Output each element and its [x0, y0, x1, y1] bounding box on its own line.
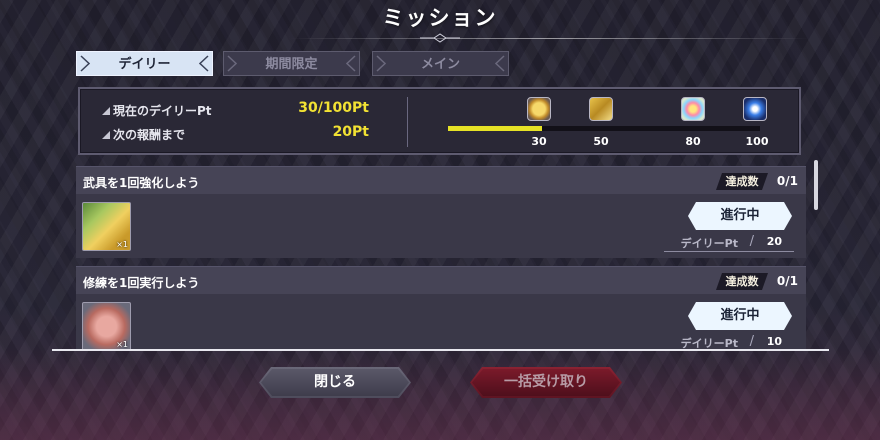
- tab-corner-icon: [376, 55, 386, 72]
- status-in-progress-button[interactable]: 進行中: [688, 202, 792, 230]
- next-reward-label: 次の報酬まで: [113, 128, 186, 142]
- achievement-count: 0/1: [776, 274, 798, 288]
- tab-corner-icon: [495, 55, 505, 72]
- tab-daily-label: デイリー: [118, 57, 171, 72]
- mission-title: 修練を1回実行しよう: [83, 276, 200, 290]
- rainbow-orb-icon[interactable]: [681, 97, 705, 121]
- bronze-medal-icon[interactable]: ×1: [82, 302, 131, 350]
- close-button-label: 閉じる: [314, 374, 356, 390]
- current-points-label: 現在のデイリーPt: [113, 104, 212, 118]
- reward-quantity: ×1: [116, 340, 128, 349]
- tab-limited-label: 期間限定: [265, 57, 318, 72]
- close-button[interactable]: 閉じる: [259, 367, 411, 398]
- daily-pt-value: 10: [766, 335, 782, 348]
- mission-list[interactable]: 武具を1回強化しよう 達成数 0/1 ×1 進行中 デイリーPt / 20 修練…: [76, 166, 806, 350]
- daily-progress-fill: [448, 126, 542, 131]
- gold-ticket-icon[interactable]: ×1: [82, 202, 131, 251]
- bullet-icon: [102, 107, 110, 115]
- page-title: ミッション: [382, 6, 498, 30]
- status-in-progress-button[interactable]: 進行中: [688, 302, 792, 330]
- mission-header: 武具を1回強化しよう 達成数 0/1: [76, 166, 806, 194]
- next-reward-row: 次の報酬まで: [102, 126, 185, 143]
- milestone-100-label: 100: [745, 135, 769, 148]
- achievement-badge: 達成数: [716, 273, 768, 290]
- tab-limited[interactable]: 期間限定: [223, 51, 360, 76]
- slash-separator: /: [749, 234, 754, 249]
- blue-crystal-icon[interactable]: [743, 97, 767, 121]
- milestone-30-label: 30: [531, 135, 547, 148]
- tab-main-label: メイン: [420, 57, 460, 72]
- achievement-badge: 達成数: [716, 173, 768, 190]
- mission-header: 修練を1回実行しよう 達成数 0/1: [76, 266, 806, 294]
- mission-body: ×1 進行中 デイリーPt / 10: [76, 294, 806, 350]
- daily-progress-bar: [448, 126, 760, 131]
- current-points-value: 30/100Pt: [298, 100, 369, 116]
- milestone-80-label: 80: [685, 135, 701, 148]
- mission-body: ×1 進行中 デイリーPt / 20: [76, 194, 806, 258]
- mission-title: 武具を1回強化しよう: [83, 176, 200, 190]
- tab-main[interactable]: メイン: [372, 51, 509, 76]
- tab-corner-icon: [199, 55, 209, 72]
- list-item: 武具を1回強化しよう 達成数 0/1 ×1 進行中 デイリーPt / 20: [76, 166, 806, 260]
- daily-pt-label: デイリーPt: [680, 337, 738, 350]
- list-item: 修練を1回実行しよう 達成数 0/1 ×1 進行中 デイリーPt / 10: [76, 266, 806, 350]
- claim-all-button-label: 一括受け取り: [504, 374, 588, 390]
- achievement-count: 0/1: [776, 174, 798, 188]
- reward-quantity: ×1: [116, 240, 128, 249]
- list-bottom-divider: [52, 349, 829, 351]
- tab-corner-icon: [227, 55, 237, 72]
- tab-corner-icon: [346, 55, 356, 72]
- tab-corner-icon: [80, 55, 90, 72]
- slash-separator: /: [749, 334, 754, 349]
- current-points-row: 現在のデイリーPt: [102, 102, 212, 119]
- next-reward-value: 20Pt: [332, 124, 369, 140]
- claim-all-button[interactable]: 一括受け取り: [470, 367, 622, 398]
- tab-daily[interactable]: デイリー: [76, 51, 213, 76]
- bullet-icon: [102, 131, 110, 139]
- daily-points-panel: 現在のデイリーPt 30/100Pt 次の報酬まで 20Pt 30 50 80 …: [78, 87, 801, 155]
- gold-medal-icon[interactable]: [527, 97, 551, 121]
- gold-ticket-icon[interactable]: [589, 97, 613, 121]
- panel-divider: [407, 97, 408, 147]
- daily-pt-label: デイリーPt: [680, 237, 738, 250]
- background-glow: [0, 350, 880, 440]
- pt-underline: [664, 251, 794, 252]
- daily-pt-value: 20: [766, 235, 782, 248]
- title-divider: [290, 38, 810, 39]
- title-ornament-icon: [420, 33, 460, 43]
- milestone-50-label: 50: [593, 135, 609, 148]
- list-scrollbar[interactable]: [814, 160, 818, 210]
